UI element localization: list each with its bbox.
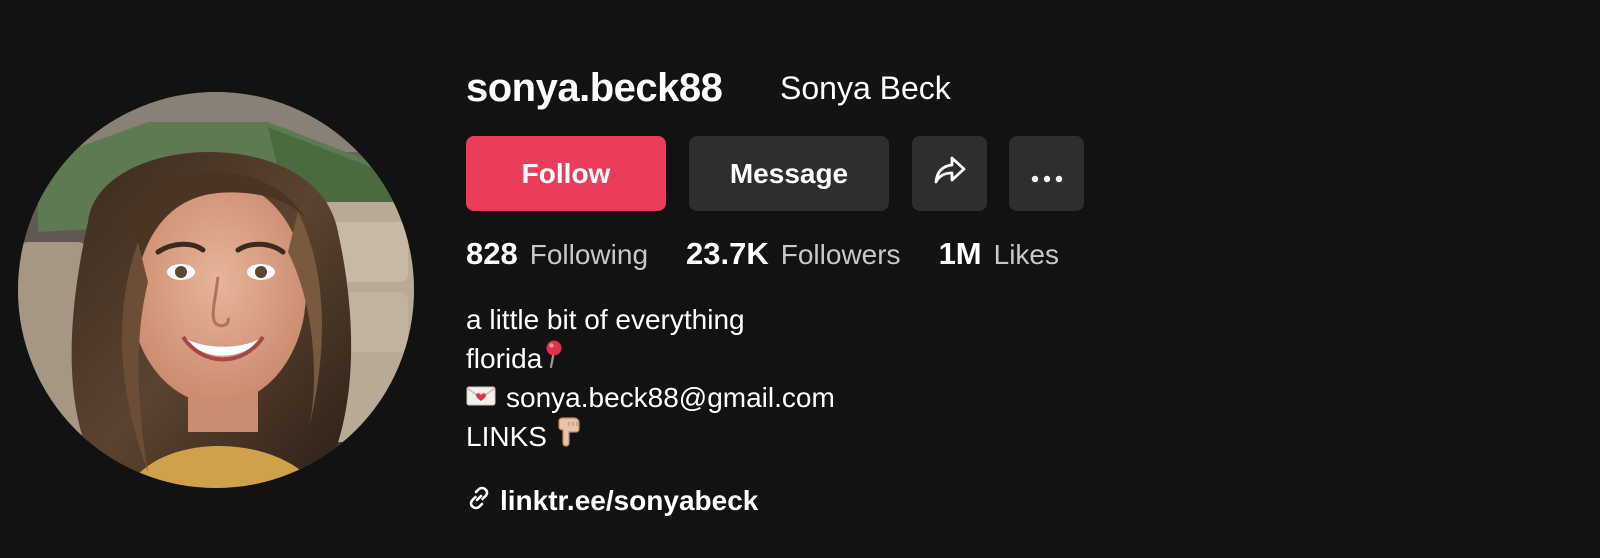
- link-chain-icon: [466, 485, 492, 518]
- avatar[interactable]: [18, 92, 414, 488]
- nickname: Sonya Beck: [780, 70, 951, 106]
- love-letter-icon: [466, 378, 496, 417]
- bio-line-3: sonya.beck88@gmail.com: [466, 378, 835, 417]
- username: sonya.beck88: [466, 66, 723, 110]
- likes-count: 1M: [938, 236, 982, 271]
- stat-followers[interactable]: 23.7K Followers: [686, 236, 901, 272]
- message-button[interactable]: Message: [689, 136, 889, 211]
- bio-line-4: LINKS: [466, 416, 835, 458]
- profile-link[interactable]: linktr.ee/sonyabeck: [466, 482, 758, 520]
- profile-link-text: linktr.ee/sonyabeck: [500, 485, 759, 516]
- more-dots-icon: [1031, 158, 1063, 190]
- bio-text: a little bit of everything: [466, 304, 745, 335]
- bio-email: sonya.beck88@gmail.com: [506, 382, 835, 413]
- pointing-down-hand-icon: [557, 416, 581, 458]
- following-count: 828: [466, 236, 518, 271]
- share-button[interactable]: [912, 136, 987, 211]
- bio-text: LINKS: [466, 421, 547, 452]
- bio: a little bit of everything florida sonya…: [466, 300, 835, 456]
- followers-count: 23.7K: [686, 236, 769, 271]
- stat-likes: 1M Likes: [939, 236, 1059, 272]
- bio-line-2: florida: [466, 339, 835, 378]
- round-pushpin-icon: [544, 339, 564, 379]
- bio-text: florida: [466, 343, 543, 374]
- profile-stats: 828 Following 23.7K Followers 1M Likes: [466, 236, 1097, 276]
- followers-label: Followers: [780, 239, 901, 270]
- share-arrow-icon: [933, 155, 967, 192]
- following-label: Following: [529, 239, 649, 270]
- more-button[interactable]: [1009, 136, 1084, 211]
- stat-following[interactable]: 828 Following: [466, 236, 648, 272]
- likes-label: Likes: [993, 239, 1060, 270]
- bio-line-1: a little bit of everything: [466, 300, 835, 339]
- follow-button[interactable]: Follow: [466, 136, 666, 211]
- profile-header: sonya.beck88 Sonya Beck Follow Message 8…: [0, 0, 1600, 558]
- avatar-photo: [18, 92, 414, 488]
